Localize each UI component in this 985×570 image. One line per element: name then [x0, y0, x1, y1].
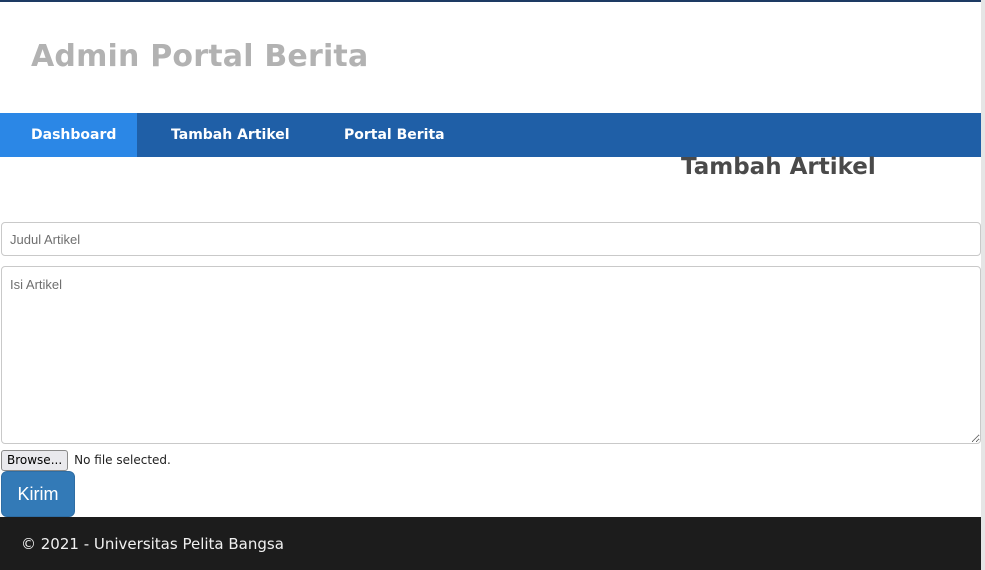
- file-upload-field: Browse... No file selected.: [1, 449, 171, 471]
- nav-item-dashboard[interactable]: Dashboard: [0, 113, 137, 157]
- main-navigation: Dashboard Tambah Artikel Portal Berita: [0, 113, 981, 157]
- file-status-text: No file selected.: [74, 453, 171, 467]
- site-footer: © 2021 - Universitas Pelita Bangsa: [0, 517, 981, 570]
- nav-item-tambah-artikel[interactable]: Tambah Artikel: [137, 113, 307, 157]
- browse-file-button[interactable]: Browse...: [1, 449, 69, 471]
- article-content-textarea[interactable]: [1, 266, 981, 444]
- scrollbar-track[interactable]: [981, 0, 985, 570]
- site-title: Admin Portal Berita: [31, 39, 369, 74]
- nav-item-portal-berita[interactable]: Portal Berita: [307, 113, 445, 157]
- submit-button[interactable]: Kirim: [1, 471, 75, 517]
- copyright-text: © 2021 - Universitas Pelita Bangsa: [21, 535, 284, 553]
- site-header: Admin Portal Berita: [0, 2, 981, 113]
- article-title-input[interactable]: [1, 222, 981, 256]
- page-title: Tambah Artikel: [681, 154, 876, 180]
